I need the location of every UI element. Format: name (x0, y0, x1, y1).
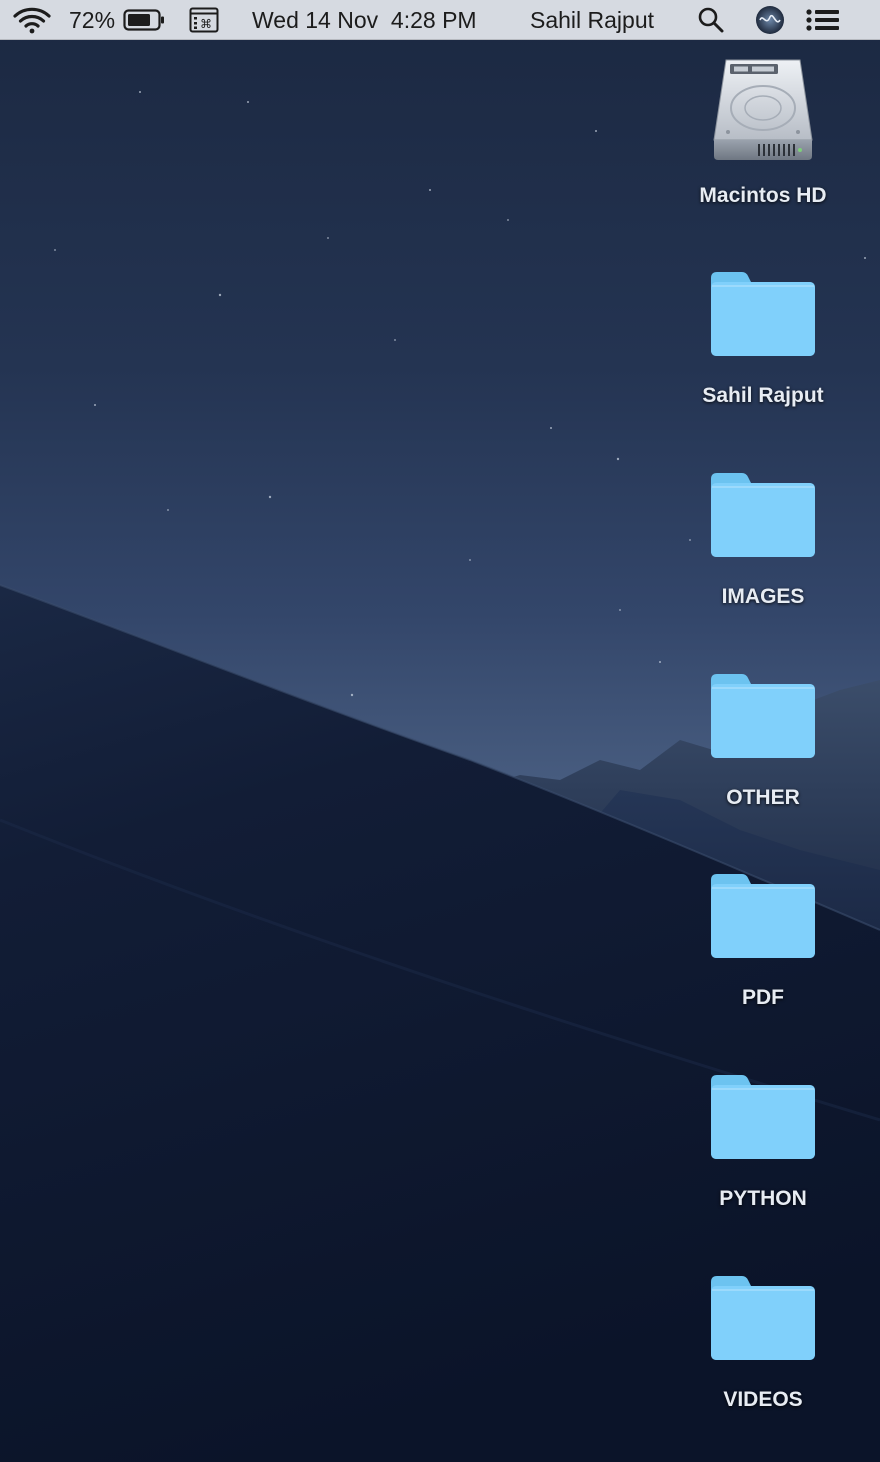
desktop-folder-python[interactable]: PYTHON (673, 1071, 853, 1211)
desktop-folder-pdf[interactable]: PDF (673, 870, 853, 1010)
battery-icon (123, 9, 165, 31)
desktop-item-label: Sahil Rajput (702, 384, 824, 407)
folder-icon (711, 272, 815, 356)
desktop-folder-other[interactable]: OTHER (673, 670, 853, 810)
folder-icon (711, 473, 815, 557)
desktop-item-label: VIDEOS (723, 1388, 803, 1411)
menu-bar: 72% ⌘ Wed 14 Nov 4:28 PM Sahil Rajput (0, 0, 880, 40)
notification-center-icon (806, 9, 839, 31)
desktop-item-label: PDF (742, 986, 784, 1009)
user-menu[interactable]: Sahil Rajput (530, 0, 654, 40)
menu-user-name: Sahil Rajput (530, 6, 655, 33)
desktop-item-label: IMAGES (721, 585, 805, 608)
desktop-item-macintosh-hd[interactable]: Macintos HD (673, 56, 853, 208)
desktop-folder-images[interactable]: IMAGES (673, 469, 853, 609)
battery-status-item[interactable]: 72% (69, 0, 165, 40)
keyboard-viewer-menu[interactable]: ⌘ (189, 0, 219, 40)
wifi-status-item[interactable] (12, 0, 52, 40)
desktop-folder-videos[interactable]: VIDEOS (673, 1272, 853, 1412)
desktop-item-label: OTHER (726, 786, 800, 809)
folder-icon (711, 874, 815, 958)
wifi-icon (13, 7, 51, 34)
spotlight-search-icon (698, 7, 724, 33)
desktop-item-label: Macintos HD (699, 184, 827, 207)
hard-drive-icon (713, 59, 813, 160)
menu-datetime: Wed 14 Nov 4:28 PM (252, 6, 477, 33)
siri-icon (756, 6, 784, 34)
battery-percent: 72% (69, 6, 116, 33)
keyboard-viewer-icon: ⌘ (189, 7, 219, 33)
clock-menu[interactable]: Wed 14 Nov 4:28 PM (252, 0, 477, 40)
siri-button[interactable] (755, 0, 785, 40)
folder-icon (711, 1276, 815, 1360)
notification-center-button[interactable] (806, 0, 840, 40)
svg-text:⌘: ⌘ (200, 17, 212, 31)
spotlight-button[interactable] (697, 0, 725, 40)
desktop[interactable]: 72% ⌘ Wed 14 Nov 4:28 PM Sahil Rajput Ma… (0, 0, 880, 1462)
folder-icon (711, 1075, 815, 1159)
desktop-folder-sahil-rajput[interactable]: Sahil Rajput (673, 268, 853, 408)
desktop-item-label: PYTHON (719, 1187, 807, 1210)
folder-icon (711, 674, 815, 758)
